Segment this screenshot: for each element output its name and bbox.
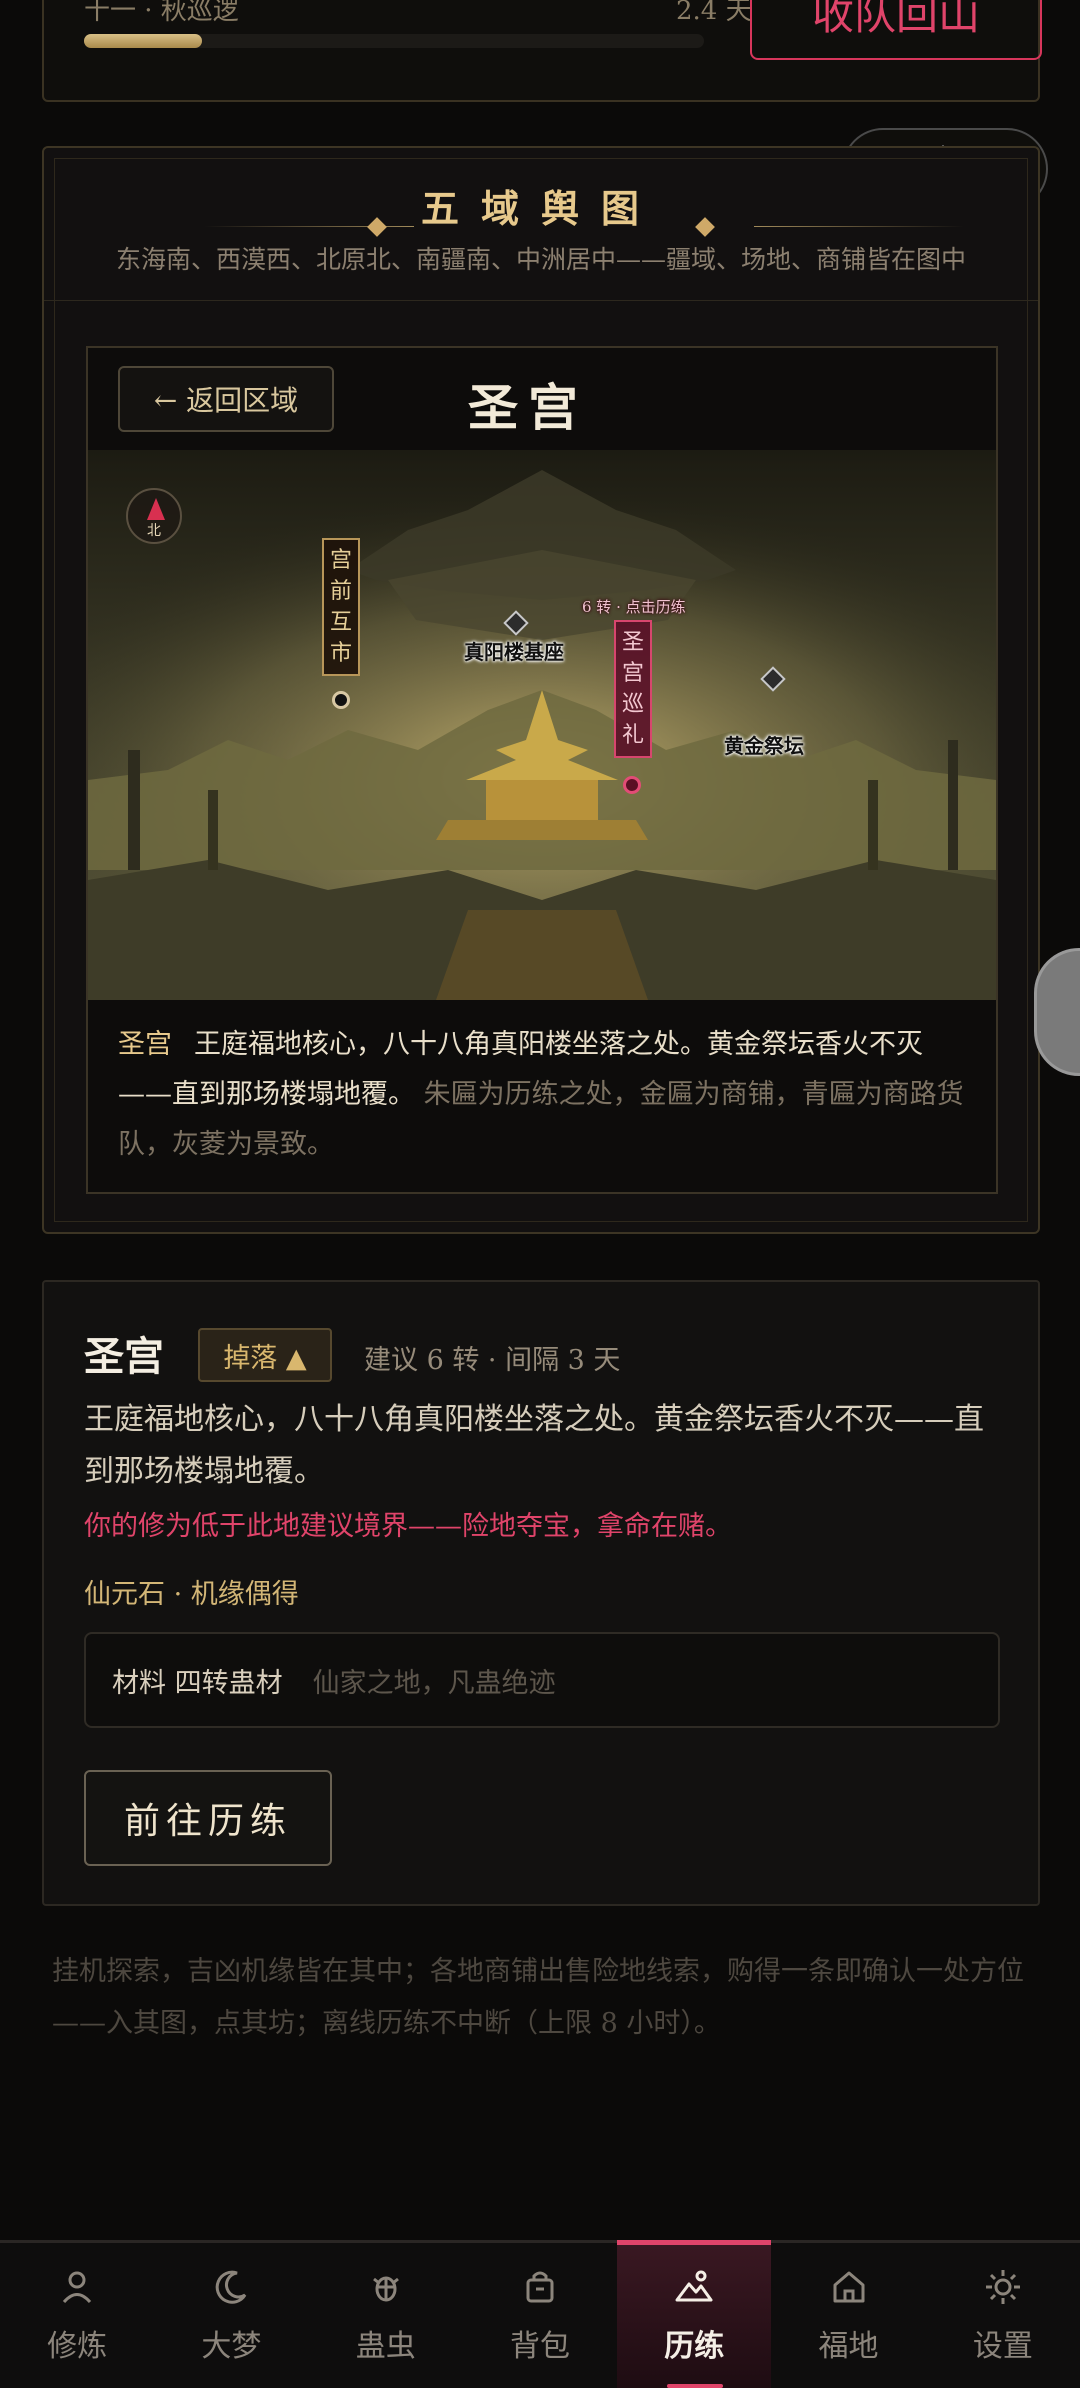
go-adventure-button[interactable]: 前往历练 [84,1770,332,1866]
nav-label: 大梦 [201,2329,262,2364]
material-box: 材料 四转蛊材 仙家之地，凡蛊绝迹 [84,1632,1000,1728]
region-description: 圣宫 王庭福地核心，八十八角真阳楼坐落之处。黄金祭坛香火不灭——直到那场楼塌地覆。… [118,1020,968,1170]
back-to-region-button[interactable]: ← 返回区域 [118,366,334,432]
compass: 北 [126,488,182,544]
progress-fill [84,34,202,48]
mountain-icon [675,2270,713,2302]
gear-icon [985,2270,1020,2304]
map-separator [44,300,1038,301]
marker-patrol-banner[interactable]: 圣宫巡礼 [614,620,652,758]
map-subtitle: 东海南、西漠西、北原北、南疆南、中洲居中——疆域、场地、商铺皆在图中 [115,245,966,274]
marker-market-dot[interactable] [332,691,350,709]
warning-text: 你的修为低于此地建议境界——险地夺宝，拿命在赌。 [84,1511,732,1542]
drop-toggle-button[interactable]: 掉落 ▲ [198,1328,332,1382]
nav-item-adventure[interactable]: 历练 [617,2240,772,2388]
material-note: 仙家之地，凡蛊绝迹 [312,1667,556,1699]
expedition-card: 十一 · 秋巡逻 2.4 天 收队回山 [42,0,1042,102]
nav-item-cultivate[interactable]: 修炼 [0,2243,154,2388]
nav-label: 历练 [664,2329,725,2364]
location-description: 王庭福地核心，八十八角真阳楼坐落之处。黄金祭坛香火不灭——直到那场楼塌地覆。 [84,1402,984,1489]
suggest-text: 建议 6 转 · 间隔 3 天 [364,1345,621,1376]
region-name: 圣宫 [468,378,588,437]
moon-icon [216,2270,247,2304]
north-arrow-icon [147,498,165,520]
reward-text: 仙元石 · 机缘偶得 [84,1579,299,1610]
person-icon [63,2271,92,2304]
marker-base-label: 真阳楼基座 [464,640,564,664]
nav-label: 蛊虫 [355,2329,416,2364]
nav-item-bag[interactable]: 背包 [463,2243,617,2388]
bottom-nav: 修炼 大梦 蛊虫 背包 历练 福地 设置 [0,2240,1080,2388]
side-float-button[interactable] [1034,948,1080,1076]
expedition-days: 2.4 天 [676,0,752,26]
bug-icon [372,2276,399,2302]
footnote-text: 挂机探索，吉凶机缘皆在其中；各地商铺出售险地线索，购得一条即确认一处方位——入其… [52,1956,1024,2039]
retreat-button[interactable]: 收队回山 [750,0,1042,60]
nav-label: 修炼 [47,2329,108,2364]
map-title: 五域舆图 [420,186,661,231]
marker-patrol-tag: 6 转 · 点击历练 [582,598,686,616]
nav-label: 设置 [972,2329,1033,2364]
marker-altar-label: 黄金祭坛 [724,734,804,758]
nav-item-dream[interactable]: 大梦 [154,2243,308,2388]
region-map-box: ← 返回区域 圣宫 北 宫前互市 真阳楼基座 6 转 · 点击历练 圣宫巡礼 黄… [86,346,998,1194]
expedition-label: 十一 · 秋巡逻 [84,0,239,26]
palace-illustration [88,450,996,1000]
bag-icon [526,2271,554,2303]
marker-market-banner[interactable]: 宫前互市 [322,538,360,676]
location-title: 圣宫 [84,1333,164,1380]
nav-item-blessed-land[interactable]: 福地 [771,2243,925,2388]
location-detail-card: 圣宫 掉落 ▲ 建议 6 转 · 间隔 3 天 王庭福地核心，八十八角真阳楼坐落… [42,1280,1040,1906]
marker-patrol-dot[interactable] [623,776,641,794]
region-desc-name: 圣宫 [118,1029,172,1060]
world-map-panel: 五域舆图 东海南、西漠西、北原北、南疆南、中洲居中——疆域、场地、商铺皆在图中 … [42,146,1040,1234]
material-label: 材料 四转蛊材 [112,1667,283,1699]
home-icon [833,2271,865,2303]
nav-label: 福地 [818,2329,879,2364]
nav-label: 背包 [509,2329,570,2364]
nav-item-bugs[interactable]: 蛊虫 [309,2243,463,2388]
compass-north-label: 北 [147,523,161,539]
region-map-image[interactable]: 北 宫前互市 真阳楼基座 6 转 · 点击历练 圣宫巡礼 黄金祭坛 [88,450,996,1000]
nav-item-settings[interactable]: 设置 [926,2243,1080,2388]
